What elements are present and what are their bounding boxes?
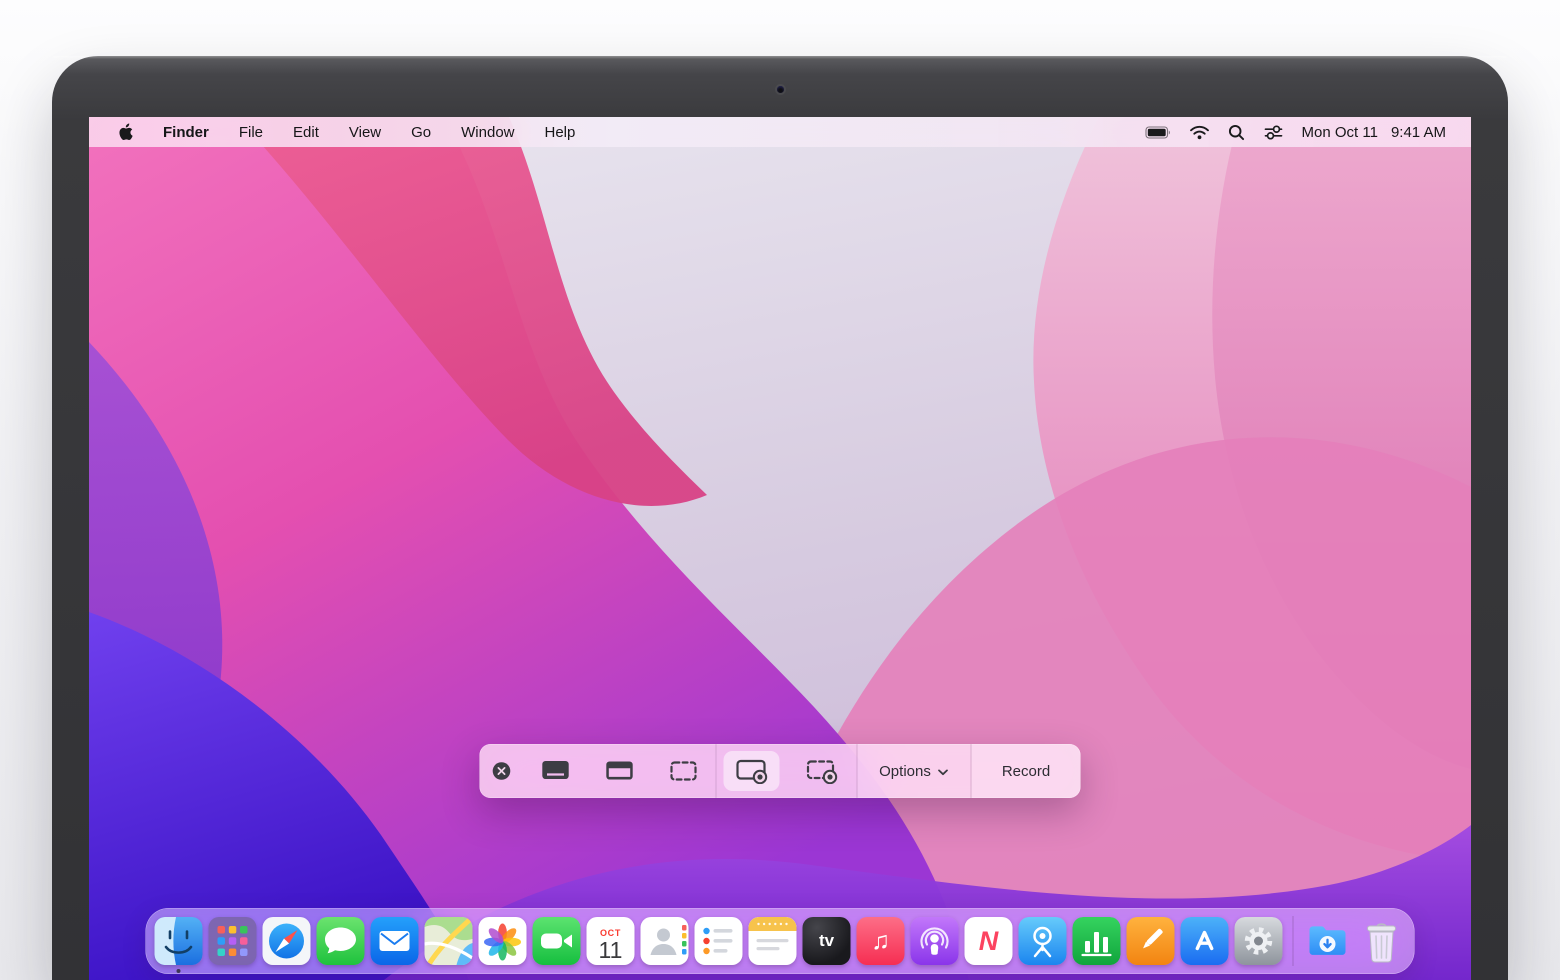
dock-icon-contacts[interactable] — [641, 917, 689, 965]
dock-icon-downloads[interactable] — [1304, 917, 1352, 965]
macbook-bezel: Finder File Edit View Go Window Help — [52, 56, 1508, 980]
record-label: Record — [1002, 763, 1050, 780]
screen: Finder File Edit View Go Window Help — [89, 117, 1471, 980]
photo-background: Finder File Edit View Go Window Help — [0, 0, 1560, 980]
options-button[interactable]: Options — [858, 744, 971, 798]
dock-icon-numbers[interactable] — [1073, 917, 1121, 965]
dock-icon-music[interactable]: ♫ — [857, 917, 905, 965]
dock-icon-reminders[interactable] — [695, 917, 743, 965]
record-button[interactable]: Record — [972, 744, 1081, 798]
capture-selected-portion-icon[interactable] — [652, 744, 716, 798]
music-note-icon: ♫ — [871, 927, 890, 956]
time-text: 9:41 AM — [1391, 124, 1446, 141]
menu-item-window[interactable]: Window — [461, 124, 514, 141]
menu-item-view[interactable]: View — [349, 124, 381, 141]
apple-menu-icon[interactable] — [118, 123, 133, 141]
dock-icon-finder[interactable] — [155, 917, 203, 965]
dock-icon-photos[interactable] — [479, 917, 527, 965]
date-text: Mon Oct 11 — [1302, 124, 1378, 141]
control-center-icon[interactable] — [1263, 125, 1284, 140]
calendar-month-text: OCT — [600, 928, 621, 938]
menu-item-file[interactable]: File — [239, 124, 263, 141]
dock-icon-safari[interactable] — [263, 917, 311, 965]
dock-icon-facetime[interactable] — [533, 917, 581, 965]
menu-item-edit[interactable]: Edit — [293, 124, 319, 141]
dock: OCT 11 tv ♫ — [146, 908, 1415, 974]
menu-bar: Finder File Edit View Go Window Help — [89, 117, 1471, 147]
menu-item-go[interactable]: Go — [411, 124, 431, 141]
screenshot-toolbar: Options Record — [480, 744, 1081, 798]
dock-icon-calendar[interactable]: OCT 11 — [587, 917, 635, 965]
options-label: Options — [879, 763, 931, 780]
selected-tool-highlight — [724, 751, 780, 791]
tv-logo-text: tv — [819, 931, 834, 951]
wifi-icon[interactable] — [1189, 125, 1210, 140]
dock-icon-podcasts[interactable] — [911, 917, 959, 965]
dock-icon-launchpad[interactable] — [209, 917, 257, 965]
chevron-down-icon — [938, 763, 949, 780]
webcam — [777, 86, 784, 93]
battery-icon[interactable] — [1145, 126, 1171, 139]
dock-icon-notes[interactable] — [749, 917, 797, 965]
capture-selected-window-icon[interactable] — [588, 744, 652, 798]
dock-icon-messages[interactable] — [317, 917, 365, 965]
calendar-day-text: 11 — [599, 939, 623, 962]
close-icon[interactable] — [480, 744, 524, 798]
spotlight-icon[interactable] — [1228, 124, 1245, 141]
dock-icon-mail[interactable] — [371, 917, 419, 965]
dock-divider — [1293, 916, 1294, 966]
menu-bar-clock[interactable]: Mon Oct 11 9:41 AM — [1302, 124, 1446, 141]
capture-entire-screen-icon[interactable] — [524, 744, 588, 798]
dock-icon-pages[interactable] — [1127, 917, 1175, 965]
menu-item-help[interactable]: Help — [545, 124, 576, 141]
monterey-wallpaper — [89, 117, 1471, 980]
menu-item-finder[interactable]: Finder — [163, 124, 209, 141]
dock-icon-tv[interactable]: tv — [803, 917, 851, 965]
dock-icon-photo-booth[interactable] — [1019, 917, 1067, 965]
dock-icon-system-preferences[interactable] — [1235, 917, 1283, 965]
news-logo-text: N — [979, 926, 999, 957]
dock-icon-maps[interactable] — [425, 917, 473, 965]
dock-icon-news[interactable]: N — [965, 917, 1013, 965]
dock-icon-app-store[interactable] — [1181, 917, 1229, 965]
record-selected-portion-icon[interactable] — [787, 744, 857, 798]
record-entire-screen-icon[interactable] — [717, 744, 787, 798]
dock-icon-trash[interactable] — [1358, 917, 1406, 965]
